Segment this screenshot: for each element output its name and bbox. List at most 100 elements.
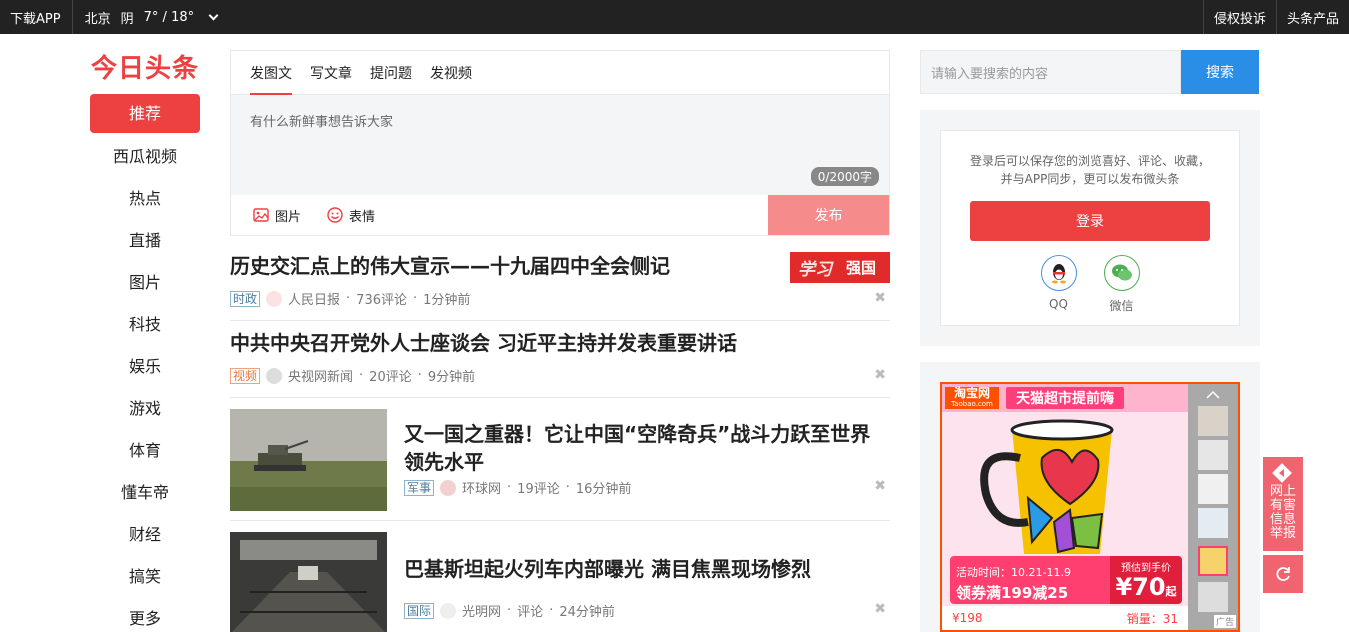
source-avatar-icon — [440, 479, 457, 496]
comment-count[interactable]: 20评论 — [369, 366, 412, 385]
source-name[interactable]: 人民日报 — [288, 289, 340, 308]
qq-login-button[interactable]: QQ — [1040, 255, 1077, 314]
dislike-close-icon[interactable]: ✖ — [874, 478, 886, 494]
tab-post-video[interactable]: 发视频 — [430, 51, 472, 94]
feed-item[interactable]: 中共中央召开党外人士座谈会 习近平主持并发表重要讲话 视频 央视网新闻 · 20评… — [230, 321, 890, 398]
ad-thumbnail[interactable] — [1198, 440, 1228, 470]
feed-item-title[interactable]: 又一国之重器！它让中国“空降奇兵”战斗力跃至世界领先水平 — [404, 420, 890, 476]
nav-item-tech[interactable]: 科技 — [90, 304, 200, 346]
nav-item-more[interactable]: 更多 — [90, 598, 200, 632]
category-tag[interactable]: 国际 — [404, 602, 435, 619]
comment-count[interactable]: 736评论 — [356, 289, 407, 308]
publisher-box: 发图文 写文章 提问题 发视频 有什么新鲜事想告诉大家 0/2000字 图片 表… — [230, 50, 890, 236]
wechat-icon — [1103, 255, 1140, 291]
nav-item-images[interactable]: 图片 — [90, 262, 200, 304]
tab-post-image-text[interactable]: 发图文 — [250, 51, 292, 95]
feed-item[interactable]: 历史交汇点上的伟大宣示——十九届四中全会侧记 学习 强国 时政 人民日报 · 73… — [230, 244, 890, 321]
news-thumbnail-image[interactable] — [230, 532, 387, 632]
news-thumbnail-image[interactable] — [230, 409, 387, 511]
taobao-ad[interactable]: 淘宝网 Taobao.com 天猫超市提前嗨 活动时间：10.21-11.9 领券… — [940, 382, 1240, 632]
add-image-button[interactable]: 图片 — [253, 206, 301, 225]
search-button[interactable]: 搜索 — [1181, 50, 1259, 94]
login-panel: 登录后可以保存您的浏览喜好、评论、收藏， 并与APP同步，更可以发布微头条 登录… — [920, 110, 1260, 346]
source-name[interactable]: 央视网新闻 — [288, 366, 353, 385]
category-tag[interactable]: 时政 — [230, 290, 261, 307]
tab-write-article[interactable]: 写文章 — [310, 51, 352, 94]
refresh-icon — [1276, 567, 1290, 581]
source-name[interactable]: 环球网 — [462, 478, 501, 497]
feed-item-title[interactable]: 历史交汇点上的伟大宣示——十九届四中全会侧记 — [230, 252, 670, 280]
nav-item-hot[interactable]: 热点 — [90, 178, 200, 220]
xuexi-banner-label: 强国 — [845, 259, 876, 277]
weather-temp: 7° / 18° — [143, 9, 195, 25]
source-name[interactable]: 光明网 — [462, 601, 501, 620]
publish-button[interactable]: 发布 — [768, 195, 889, 235]
nav-item-recommend[interactable]: 推荐 — [90, 94, 200, 133]
add-emoji-button[interactable]: 表情 — [327, 206, 375, 225]
nav-item-cars[interactable]: 懂车帝 — [90, 472, 200, 514]
category-tag[interactable]: 视频 — [230, 367, 261, 384]
publish-time: 24分钟前 — [559, 605, 615, 620]
ad-footer: ¥198 销量：31 — [942, 606, 1188, 630]
ad-presale-box: 预估到手价 ¥70起 — [1110, 556, 1182, 604]
search-input[interactable]: 请输入要搜索的内容 — [920, 50, 1181, 94]
publisher-toolbar: 图片 表情 发布 — [231, 195, 889, 235]
nav-item-entertainment[interactable]: 娱乐 — [90, 346, 200, 388]
ad-thumbnail-strip[interactable] — [1188, 384, 1238, 630]
nav-item-xigua-video[interactable]: 西瓜视频 — [90, 136, 200, 178]
ad-thumbnail[interactable] — [1198, 508, 1228, 538]
weather-widget[interactable]: 北京 阴 7° / 18° — [73, 8, 219, 27]
ad-thumbnail[interactable] — [1198, 406, 1228, 436]
nav-item-funny[interactable]: 搞笑 — [90, 556, 200, 598]
add-image-label: 图片 — [275, 209, 302, 225]
top-bar-right: 侵权投诉 头条产品 — [1202, 0, 1349, 34]
category-tag[interactable]: 军事 — [404, 479, 435, 496]
source-avatar-icon — [266, 290, 283, 307]
nav-item-live[interactable]: 直播 — [90, 220, 200, 262]
chevron-down-icon[interactable] — [208, 10, 219, 20]
nav-item-games[interactable]: 游戏 — [90, 388, 200, 430]
xuexi-script: 学习 — [798, 260, 832, 280]
tab-ask-question[interactable]: 提问题 — [370, 51, 412, 94]
news-feed: 历史交汇点上的伟大宣示——十九届四中全会侧记 学习 强国 时政 人民日报 · 73… — [230, 244, 890, 632]
refresh-button[interactable] — [1263, 555, 1303, 593]
logo[interactable]: 今日头条 — [91, 48, 201, 84]
ad-thumbnail[interactable] — [1198, 582, 1228, 612]
feed-item-meta: 视频 央视网新闻 · 20评论 · 9分钟前 — [230, 366, 475, 385]
ad-product-image — [980, 419, 1114, 554]
feed-item[interactable]: 巴基斯坦起火列车内部曝光 满目焦黑现场惨烈 国际 光明网 · 评论 · 24分钟前 … — [230, 521, 890, 632]
comment-count[interactable]: 评论 — [517, 601, 543, 620]
post-textarea[interactable]: 有什么新鲜事想告诉大家 0/2000字 — [231, 95, 889, 195]
report-harmful-info-button[interactable]: 网上有害信息举报 — [1263, 457, 1303, 551]
qq-icon — [1040, 255, 1077, 291]
complaint-link[interactable]: 侵权投诉 — [1202, 0, 1276, 34]
login-button[interactable]: 登录 — [970, 201, 1210, 241]
publish-time: 16分钟前 — [575, 482, 632, 497]
dislike-close-icon[interactable]: ✖ — [874, 290, 886, 306]
chevron-up-icon[interactable] — [1205, 390, 1221, 400]
channel-nav: 推荐 西瓜视频 热点 直播 图片 科技 娱乐 游戏 体育 懂车帝 财经 搞笑 更… — [90, 94, 200, 632]
source-avatar-icon — [440, 602, 457, 619]
download-app-link[interactable]: 下载APP — [10, 0, 73, 34]
qq-label: QQ — [1049, 297, 1068, 311]
ad-thumbnail[interactable] — [1198, 546, 1228, 576]
feed-item[interactable]: 又一国之重器！它让中国“空降奇兵”战斗力跃至世界领先水平 军事 环球网 · 19评… — [230, 398, 890, 521]
products-link[interactable]: 头条产品 — [1275, 0, 1349, 34]
search-box: 请输入要搜索的内容 搜索 — [920, 50, 1259, 94]
feed-item-title[interactable]: 巴基斯坦起火列车内部曝光 满目焦黑现场惨烈 — [404, 555, 890, 583]
source-avatar-icon — [266, 367, 283, 384]
feed-item-title[interactable]: 中共中央召开党外人士座谈会 习近平主持并发表重要讲话 — [230, 329, 737, 357]
taobao-logo: 淘宝网 Taobao.com — [945, 387, 999, 409]
nav-item-finance[interactable]: 财经 — [90, 514, 200, 556]
top-bar: 下载APP 北京 阴 7° / 18° 侵权投诉 头条产品 — [0, 0, 1349, 34]
ad-sales: 销量：31 — [1126, 611, 1178, 626]
nav-item-sports[interactable]: 体育 — [90, 430, 200, 472]
ad-coupon-text: 领券满199减25 — [956, 584, 1069, 602]
wechat-login-button[interactable]: 微信 — [1103, 255, 1140, 314]
dislike-close-icon[interactable]: ✖ — [874, 601, 886, 617]
xuexi-qiangguo-banner[interactable]: 学习 强国 — [790, 252, 890, 283]
comment-count[interactable]: 19评论 — [517, 478, 560, 497]
ad-thumbnail[interactable] — [1198, 474, 1228, 504]
feed-item-meta: 军事 环球网 · 19评论 · 16分钟前 — [404, 478, 631, 497]
dislike-close-icon[interactable]: ✖ — [874, 367, 886, 383]
